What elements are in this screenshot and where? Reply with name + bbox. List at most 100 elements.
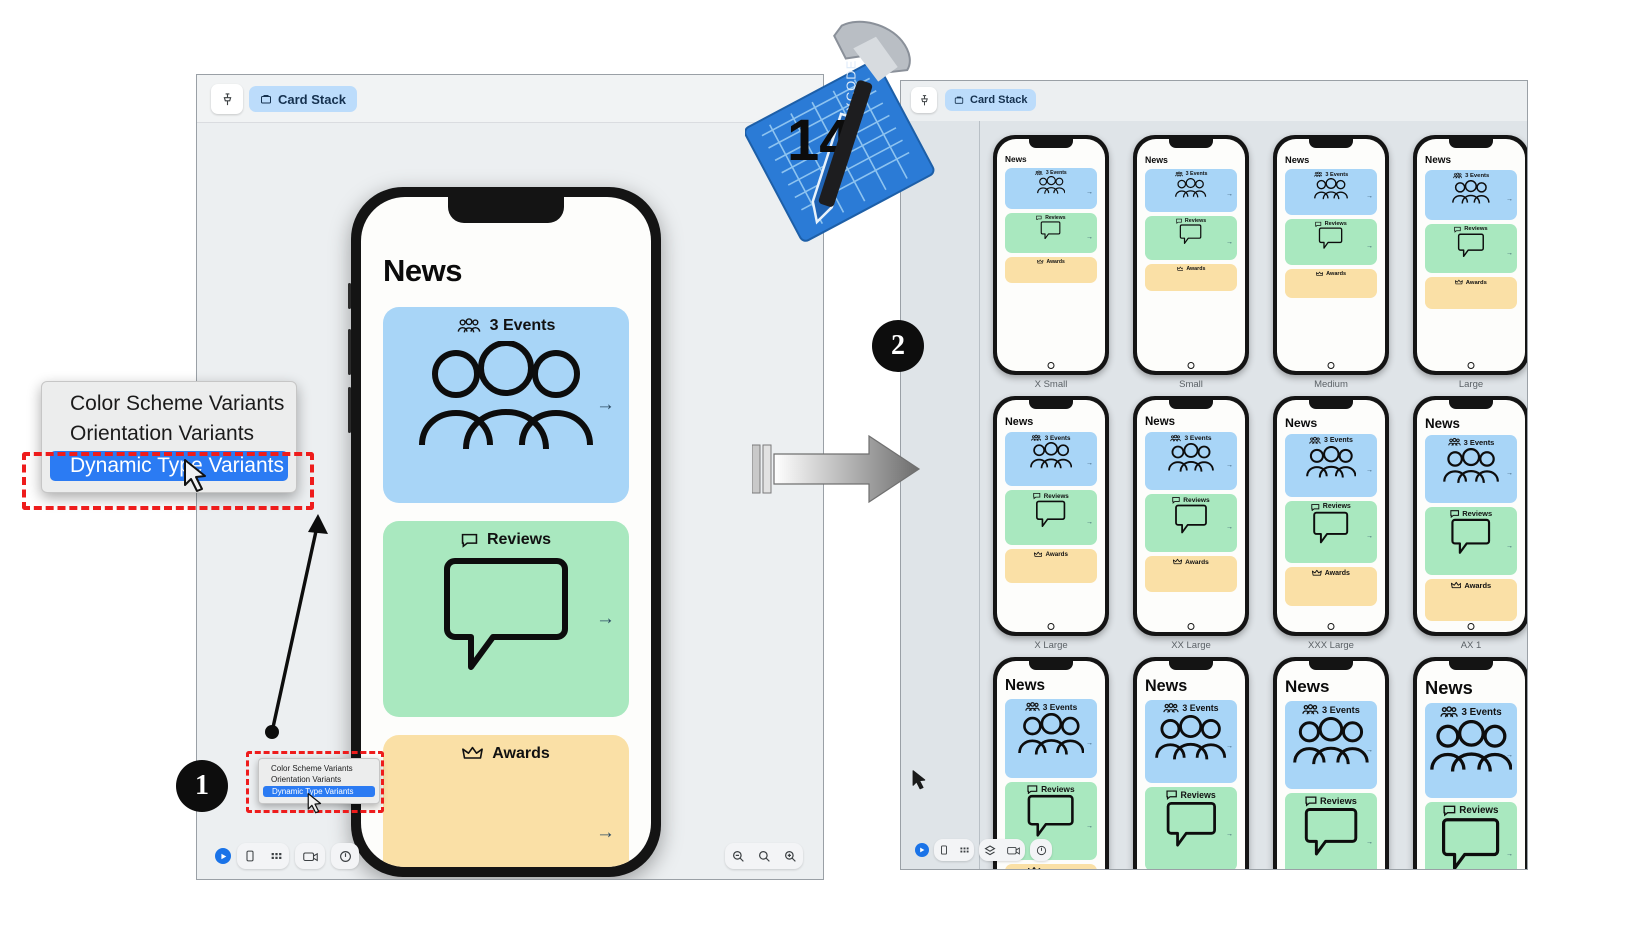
home-indicator (1187, 623, 1195, 630)
menu-item-dynamic-type-variants[interactable]: Dynamic Type Variants (50, 451, 288, 481)
card-arrow: → (1226, 462, 1233, 470)
device-notch (1449, 661, 1493, 670)
menu-item-orientation-variants[interactable]: Orientation Variants (42, 419, 296, 449)
card-arrow: → (1086, 460, 1093, 468)
card-awards[interactable]: Awards (1425, 277, 1517, 309)
device-notch (448, 197, 564, 223)
card-reviews-header: Reviews (383, 531, 629, 549)
card-label: Awards (1186, 265, 1206, 272)
card-arrow: → (1506, 542, 1513, 550)
card-reviews[interactable]: Reviews → (1425, 223, 1517, 274)
zoom-in-button[interactable] (777, 844, 803, 868)
card-events-arrow: → (596, 394, 615, 415)
play-button[interactable] (215, 848, 231, 864)
breadcrumb-card-stack[interactable]: Card Stack (249, 86, 357, 112)
variant-cell[interactable]: News 3 Events → Reviews → Awards XXX Large (1273, 396, 1389, 651)
card-arrow: → (1226, 743, 1233, 751)
card-events-label: 3 Events (489, 317, 556, 334)
card-events[interactable]: 3 Events → (1285, 701, 1377, 789)
card-events[interactable]: 3 Events → (1285, 169, 1377, 216)
crown-icon (1450, 582, 1462, 589)
variant-cell[interactable]: News 3 Events → Reviews → Awards X Large (993, 396, 1109, 651)
speech-bubble-icon (461, 533, 478, 548)
menu-item-color-scheme-variants[interactable]: Color Scheme Variants (42, 389, 296, 419)
card-reviews[interactable]: Reviews → (383, 521, 629, 717)
variant-cell[interactable]: News 3 Events → Reviews → Awards Large (1413, 135, 1527, 390)
device-button[interactable] (934, 840, 954, 860)
card-awards[interactable]: Awards (1005, 548, 1097, 583)
layers-button[interactable] (979, 840, 1001, 860)
device-button[interactable] (237, 844, 263, 868)
people-group-icon (1155, 714, 1227, 760)
card-awards[interactable]: Awards (1145, 556, 1237, 592)
card-awards[interactable]: Awards (1425, 579, 1517, 621)
variant-cell[interactable]: News 3 Events → Reviews → Awards XX Large (1133, 396, 1249, 651)
card-reviews[interactable]: Reviews → (1145, 216, 1237, 260)
menu-item-orientation-variants[interactable]: Orientation Variants (259, 774, 379, 785)
card-arrow: → (1366, 466, 1373, 474)
card-events[interactable]: 3 Events → (1285, 434, 1377, 497)
phone-preview-mini: News3 Events→Reviews→Awards (993, 135, 1109, 375)
speech-bubble-icon (1036, 500, 1066, 527)
grid-icon (959, 847, 969, 853)
zoom-out-button[interactable] (725, 844, 751, 868)
card-events[interactable]: 3 Events → (1005, 168, 1097, 209)
home-indicator (1467, 623, 1475, 630)
phone-screen: News3 Events→Reviews→Awards (1137, 139, 1245, 371)
variant-cell[interactable]: News 3 Events → Reviews → Awards Small (1133, 135, 1249, 390)
card-events[interactable]: 3 Events → (383, 307, 629, 503)
home-indicator (1467, 362, 1475, 369)
power-button[interactable] (1030, 840, 1052, 860)
layers-icon (984, 844, 996, 855)
phone-preview-large: News 3 Events → Reviews → Awards → (348, 187, 661, 877)
card-reviews[interactable]: Reviews → (1425, 507, 1517, 576)
variant-cell[interactable]: News 3 Events → Reviews → Awards X Small (993, 135, 1109, 390)
card-reviews[interactable]: Reviews → (1285, 219, 1377, 266)
pin-button[interactable] (211, 84, 243, 114)
power-button[interactable] (331, 844, 359, 868)
card-awards[interactable]: Awards (1285, 567, 1377, 606)
grid-button[interactable] (954, 840, 974, 860)
people-group-icon (1031, 434, 1042, 441)
grid-button[interactable] (263, 844, 289, 868)
card-events[interactable]: 3 Events → (1425, 170, 1517, 220)
phone-preview-mini: News3 Events→Reviews→Awards (1133, 396, 1249, 636)
card-awards[interactable]: Awards (1285, 269, 1377, 299)
card-label: 3 Events (1042, 702, 1078, 713)
card-events[interactable]: 3 Events → (1145, 700, 1237, 784)
crown-icon (1315, 271, 1324, 276)
card-awards[interactable]: Awards (1005, 257, 1097, 284)
card-events[interactable]: 3 Events → (1145, 169, 1237, 213)
card-reviews[interactable]: Reviews → (1285, 500, 1377, 564)
card-reviews[interactable]: Reviews → (1005, 490, 1097, 545)
play-button[interactable] (915, 843, 929, 857)
card-awards[interactable]: Awards (1145, 263, 1237, 292)
variant-label: X Large (1034, 640, 1068, 651)
card-arrow: → (1506, 752, 1513, 760)
card-reviews[interactable]: Reviews → (1145, 494, 1237, 552)
card-header: Reviews (1285, 503, 1377, 512)
card-label: 3 Events (1463, 437, 1495, 447)
variant-cell[interactable]: News 3 Events → Reviews → Awards Medium (1273, 135, 1389, 390)
variant-cell[interactable]: News 3 Events → Reviews → Awards AX 1 (1413, 396, 1527, 651)
phone-preview-mini: News3 Events→Reviews→Awards (1133, 135, 1249, 375)
card-events[interactable]: 3 Events → (1005, 432, 1097, 487)
card-label: 3 Events (1461, 706, 1502, 718)
card-art (1425, 719, 1517, 774)
right-bottom-toolbar (901, 825, 1527, 869)
camera-button[interactable] (295, 844, 325, 868)
xcode-app-icon: XCODE 14 (744, 10, 945, 250)
card-events[interactable]: 3 Events → (1425, 703, 1517, 798)
menu-item-color-scheme-variants[interactable]: Color Scheme Variants (259, 763, 379, 774)
card-label: Reviews (1183, 496, 1210, 504)
card-label: Awards (1465, 279, 1487, 286)
breadcrumb-card-stack[interactable]: Card Stack (945, 89, 1037, 111)
card-reviews[interactable]: Reviews → (1005, 212, 1097, 254)
speech-bubble-icon (1319, 227, 1343, 250)
zoom-reset-button[interactable] (751, 844, 777, 868)
card-events[interactable]: 3 Events → (1425, 435, 1517, 504)
context-menu-zoomed[interactable]: Color Scheme Variants Orientation Varian… (41, 381, 297, 493)
camera-button[interactable] (1001, 840, 1025, 860)
card-events[interactable]: 3 Events → (1145, 432, 1237, 490)
card-events[interactable]: 3 Events → (1005, 699, 1097, 778)
